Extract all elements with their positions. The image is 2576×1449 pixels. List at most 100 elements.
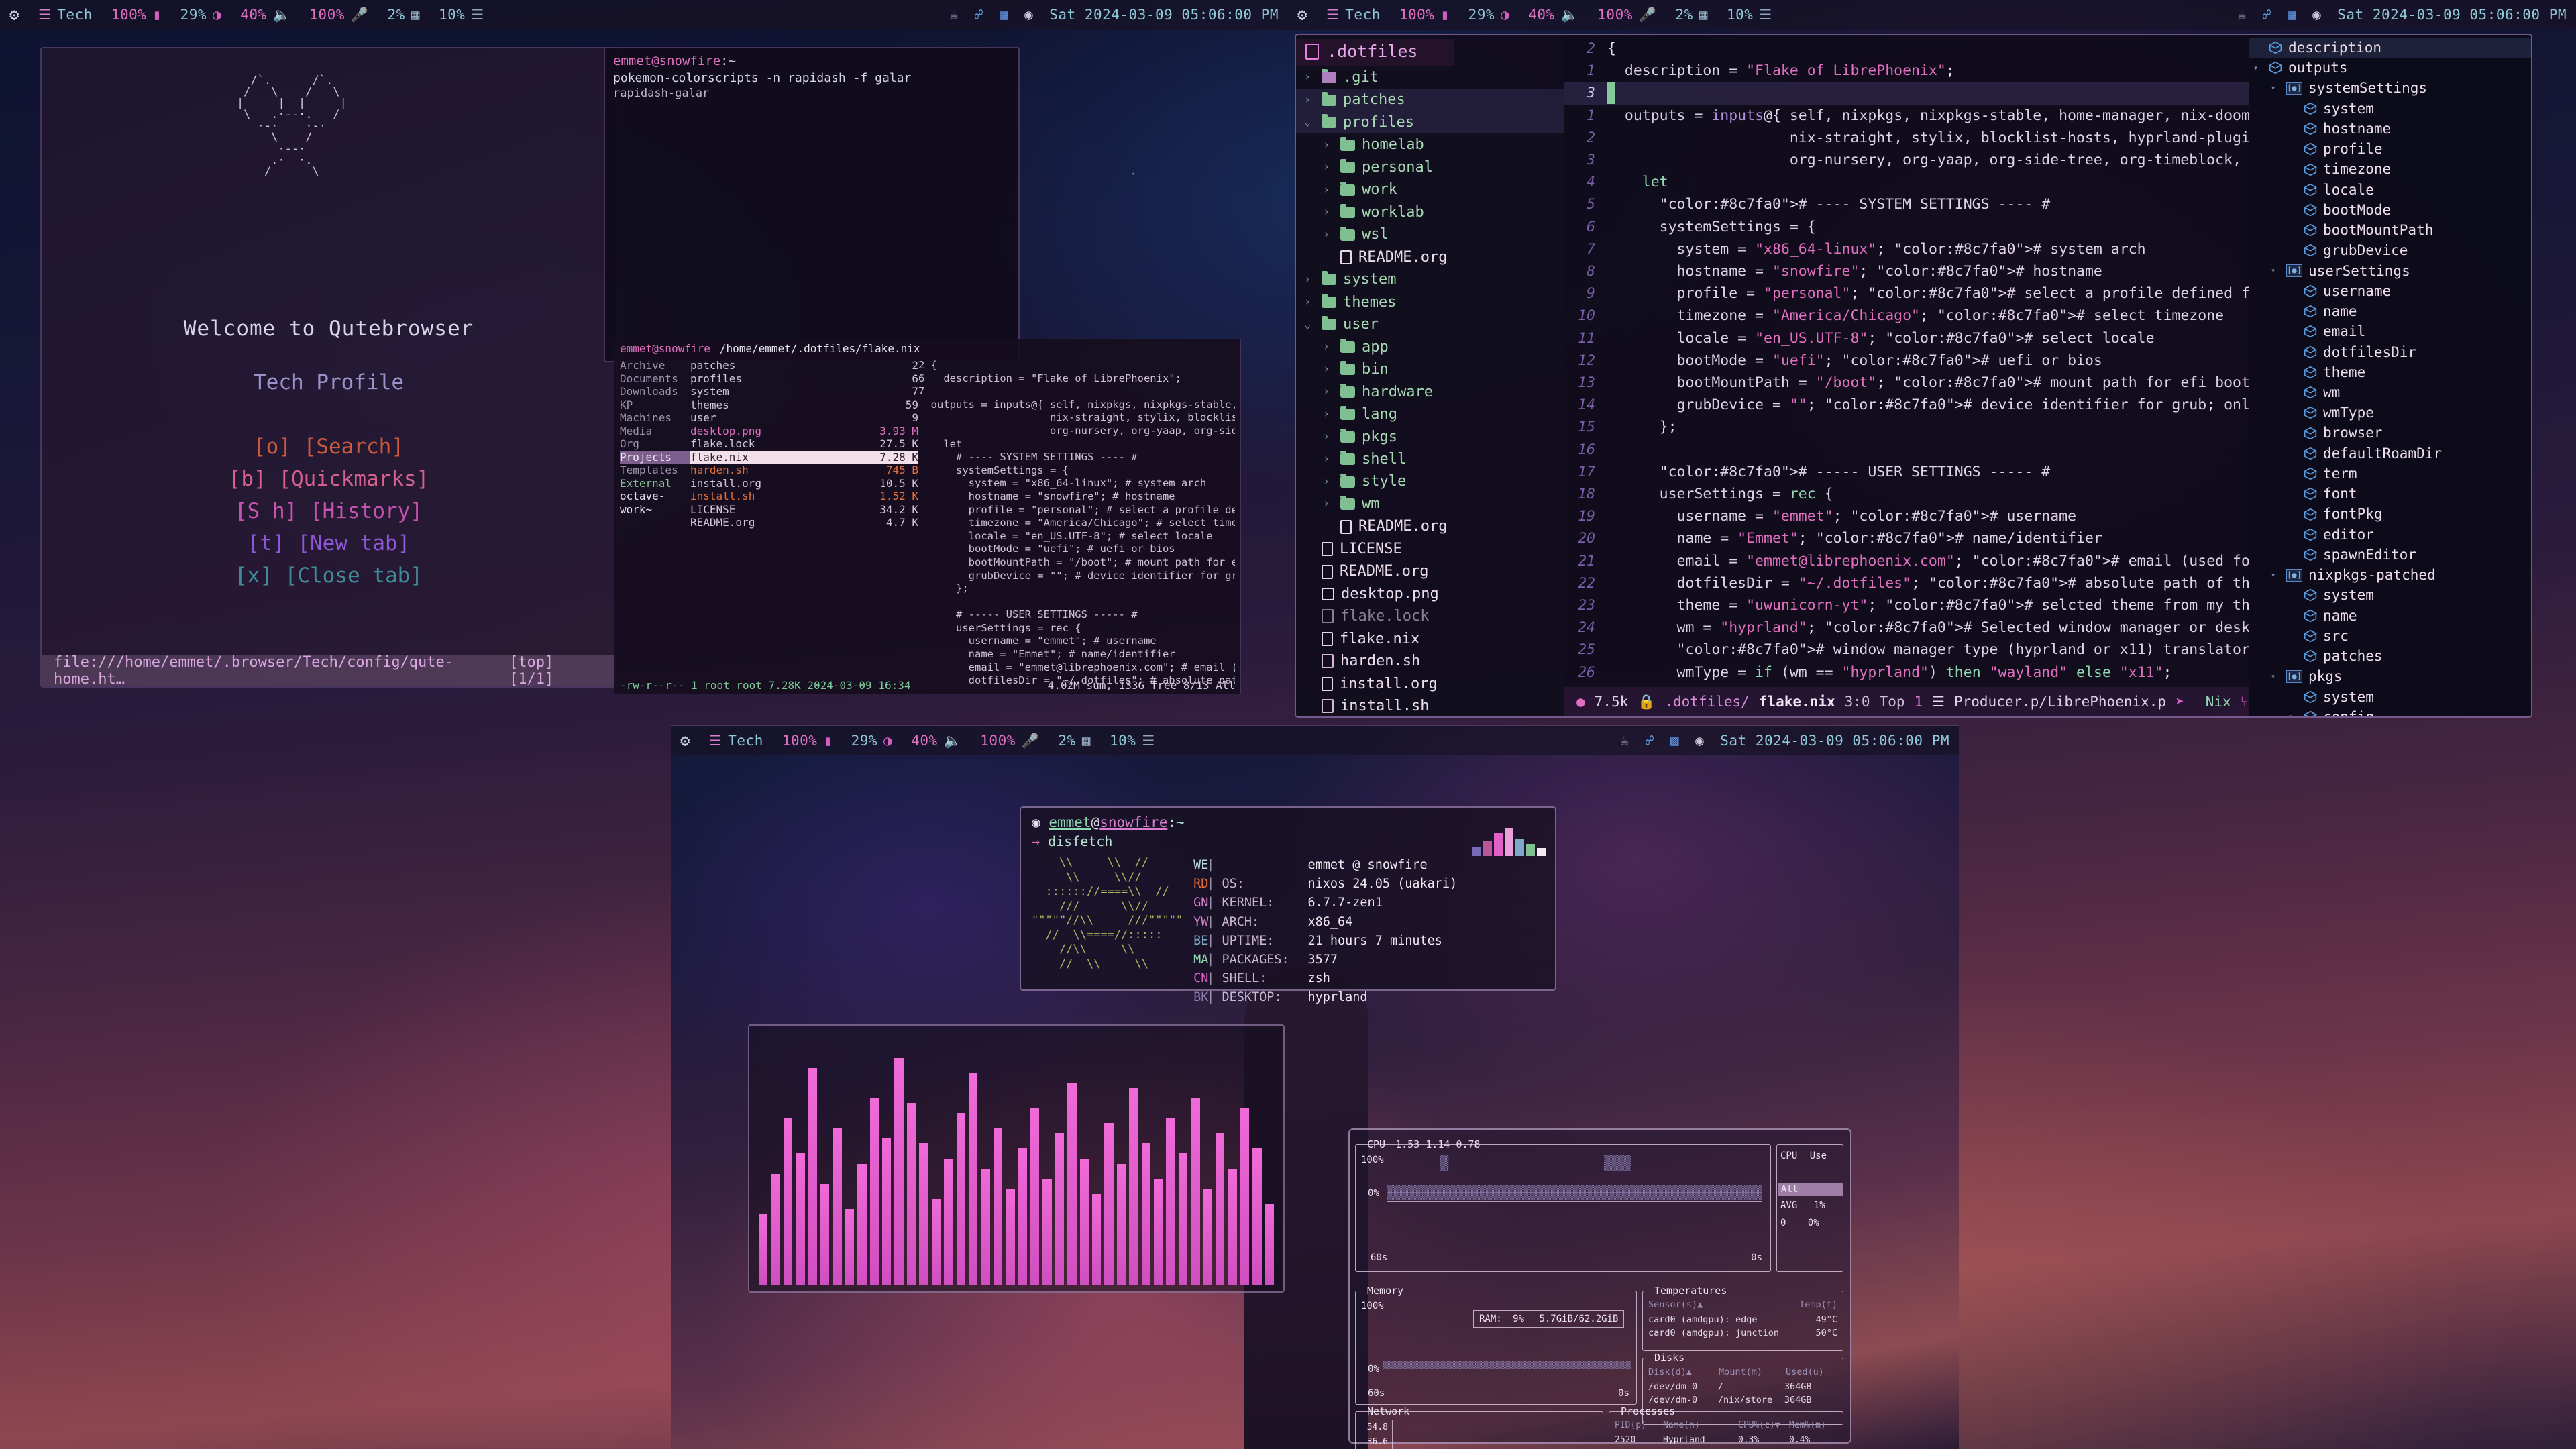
- outline-symbol[interactable]: ▾ [●] systemSettings: [2249, 78, 2531, 98]
- file-tree-folder[interactable]: › wsl: [1296, 223, 1564, 246]
- disc-icon[interactable]: ◉: [2312, 7, 2321, 23]
- outline-symbol[interactable]: ▾ outputs: [2249, 58, 2531, 78]
- status-bar-right[interactable]: ⚙ ☰ Tech 100% ▮ 29% ◑ 40% 🔈 100% 🎤 2% ▦ …: [1288, 0, 2576, 30]
- outline-symbol[interactable]: system: [2249, 585, 2531, 605]
- audio-visualizer-window[interactable]: [748, 1024, 1285, 1293]
- code-buffer[interactable]: 2{1 description = "Flake of LibrePhoenix…: [1564, 35, 2249, 716]
- status-bar-left[interactable]: ⚙ ☰ Tech 100% ▮ 29% ◑ 40% 🔈 100% 🎤 2% ▦ …: [0, 0, 1288, 30]
- gear-icon[interactable]: ⚙: [9, 5, 19, 24]
- list-item[interactable]: [o] [Search]: [42, 431, 616, 463]
- file-tree-file[interactable]: install.sh: [1296, 695, 1564, 716]
- bluetooth-icon[interactable]: ☍: [975, 7, 983, 23]
- file-tree-folder[interactable]: › personal: [1296, 156, 1564, 178]
- dired-file-row[interactable]: profiles 6: [690, 372, 918, 386]
- bar-bottom-cpu[interactable]: 2% ▦: [1049, 733, 1100, 749]
- chevron-right-icon[interactable]: ›: [1323, 138, 1334, 153]
- dired-file-row[interactable]: user 9: [690, 411, 918, 425]
- outline-symbol[interactable]: wmType: [2249, 402, 2531, 423]
- file-tree-root[interactable]: .dotfiles: [1296, 39, 1454, 66]
- dired-bookmark[interactable]: KP: [620, 398, 690, 412]
- bar-left-brightness[interactable]: 29% ◑: [171, 7, 231, 23]
- file-tree-file[interactable]: harden.sh: [1296, 650, 1564, 672]
- outline-symbol[interactable]: email: [2249, 321, 2531, 341]
- disc-icon[interactable]: ◉: [1024, 7, 1033, 23]
- dired-bookmark[interactable]: External: [620, 477, 690, 490]
- outline-symbol[interactable]: src: [2249, 626, 2531, 646]
- disc-icon[interactable]: ◉: [1695, 733, 1704, 749]
- list-item[interactable]: [t] [New tab]: [42, 527, 616, 559]
- outline-symbol[interactable]: description: [2249, 38, 2531, 58]
- chevron-right-icon[interactable]: ›: [1304, 294, 1315, 310]
- bar-right-workspace[interactable]: ⚙: [1288, 5, 1317, 24]
- dired-file-row[interactable]: themes 59: [690, 398, 918, 412]
- dired-file-row[interactable]: LICENSE 34.2 K: [690, 503, 918, 517]
- chevron-right-icon[interactable]: ›: [1323, 384, 1334, 400]
- file-tree-folder[interactable]: › lang: [1296, 403, 1564, 425]
- file-tree-file[interactable]: LICENSE: [1296, 538, 1564, 560]
- outline-symbol[interactable]: profile: [2249, 139, 2531, 159]
- outline-symbol[interactable]: system: [2249, 99, 2531, 119]
- chevron-down-icon[interactable]: ▾: [2271, 83, 2280, 94]
- outline-symbol[interactable]: dotfilesDir: [2249, 342, 2531, 362]
- file-tree-folder[interactable]: › wm: [1296, 493, 1564, 515]
- outline-symbol[interactable]: patches: [2249, 646, 2531, 666]
- outline-symbol[interactable]: bootMountPath: [2249, 220, 2531, 240]
- outline-symbol[interactable]: system: [2249, 687, 2531, 707]
- file-tree-folder[interactable]: › themes: [1296, 291, 1564, 313]
- file-tree-folder[interactable]: › worklab: [1296, 201, 1564, 223]
- dired-file-row[interactable]: flake.nix 7.28 K: [690, 450, 918, 464]
- bar-left-workspace[interactable]: ⚙: [0, 5, 29, 24]
- outline-symbol[interactable]: theme: [2249, 362, 2531, 382]
- wifi-bars-icon[interactable]: ▩: [1000, 7, 1008, 23]
- dired-file-list[interactable]: patches 2 profiles 6 system 7 themes 59 user 9 des…: [690, 359, 918, 688]
- list-item[interactable]: [S h] [History]: [42, 495, 616, 527]
- bar-bottom-battery[interactable]: 100% ▮: [773, 733, 842, 749]
- dired-file-row[interactable]: README.org 4.7 K: [690, 516, 918, 529]
- qutebrowser-window[interactable]: /`. /`. / \ / \ | | | | \ .·--·. / ·-· ·…: [40, 47, 617, 688]
- bar-bottom-tray[interactable]: ☕ ☍ ▩ ◉ Sat 2024-03-09 05:06:00 PM: [1611, 733, 1959, 749]
- chevron-right-icon[interactable]: ›: [1323, 407, 1334, 422]
- outline-symbol[interactable]: locale: [2249, 180, 2531, 200]
- outline-symbol[interactable]: ▾ [●] userSettings: [2249, 261, 2531, 281]
- file-tree-file[interactable]: desktop.png: [1296, 583, 1564, 605]
- outline-symbol[interactable]: ▾ config: [2249, 707, 2531, 716]
- dired-file-row[interactable]: install.sh 1.52 K: [690, 490, 918, 503]
- list-item[interactable]: [b] [Quickmarks]: [42, 463, 616, 495]
- chevron-down-icon[interactable]: ⌄: [1304, 317, 1315, 333]
- bar-right-mem[interactable]: 10% ☰: [1717, 7, 1782, 23]
- bar-left-mem[interactable]: 10% ☰: [429, 7, 494, 23]
- dired-bookmark[interactable]: Projects: [620, 450, 690, 464]
- file-tree-folder[interactable]: › app: [1296, 336, 1564, 358]
- dired-bookmarks[interactable]: Archive Documents Downloads KP Machines Media…: [620, 359, 690, 688]
- chevron-right-icon[interactable]: ›: [1323, 429, 1334, 445]
- bluetooth-icon[interactable]: ☍: [1646, 733, 1654, 749]
- file-tree-file[interactable]: flake.lock: [1296, 605, 1564, 627]
- file-tree-folder[interactable]: ⌄ user: [1296, 313, 1564, 335]
- coffee-off-icon[interactable]: ☕: [1621, 733, 1629, 749]
- dired-bookmark[interactable]: Org: [620, 437, 690, 451]
- outline-symbol[interactable]: term: [2249, 464, 2531, 484]
- wifi-bars-icon[interactable]: ▩: [1670, 733, 1679, 749]
- file-tree-folder[interactable]: › patches: [1296, 89, 1564, 111]
- chevron-right-icon[interactable]: ›: [1323, 362, 1334, 377]
- btop-cpu-box[interactable]: CPU 1.53 1.14 0.78 100% 0% ▒▒▒▒▒▒▒▒▒▒▒▒▒…: [1355, 1138, 1771, 1272]
- outline-symbol[interactable]: hostname: [2249, 119, 2531, 139]
- file-tree-folder[interactable]: › style: [1296, 470, 1564, 492]
- bar-bottom-tag[interactable]: ☰ Tech: [700, 733, 773, 749]
- bar-left-tray[interactable]: ☕ ☍ ▩ ◉ Sat 2024-03-09 05:06:00 PM: [941, 7, 1288, 23]
- btop-processes-box[interactable]: Processes PID(p) Name(n) CPU%(c)▼ Mem%(m…: [1609, 1405, 1843, 1449]
- outline-symbol[interactable]: browser: [2249, 423, 2531, 443]
- fetch-terminal-window[interactable]: ◉ emmet@snowfire:~ → disfetch \\ \\ // \…: [1020, 806, 1556, 1004]
- outline-symbol[interactable]: name: [2249, 301, 2531, 321]
- file-tree-file[interactable]: install.org: [1296, 673, 1564, 695]
- dired-bookmark[interactable]: octave-work~: [620, 490, 690, 516]
- bar-right-battery[interactable]: 100% ▮: [1390, 7, 1459, 23]
- dired-file-row[interactable]: install.org 10.5 K: [690, 477, 918, 490]
- dired-file-row[interactable]: flake.lock 27.5 K: [690, 437, 918, 451]
- outline-symbol[interactable]: bootMode: [2249, 200, 2531, 220]
- file-tree-file[interactable]: README.org: [1296, 560, 1564, 582]
- status-bar-bottom[interactable]: ⚙ ☰ Tech 100% ▮ 29% ◑ 40% 🔈 100% 🎤 2% ▦ …: [671, 726, 1959, 755]
- file-tree-panel[interactable]: .dotfiles › .git › patches ⌄ profiles › homelab…: [1296, 35, 1564, 716]
- outline-symbol[interactable]: fontPkg: [2249, 504, 2531, 524]
- bar-left-battery[interactable]: 100% ▮: [102, 7, 171, 23]
